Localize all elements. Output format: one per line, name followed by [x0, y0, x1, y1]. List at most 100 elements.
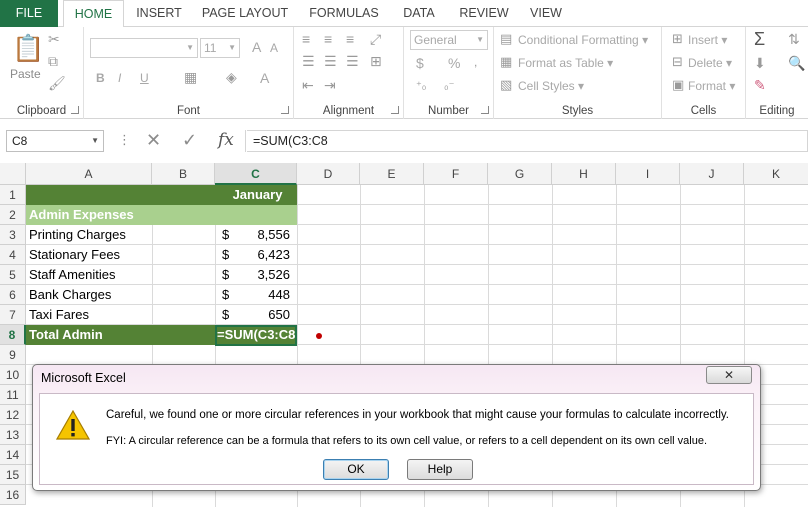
font-size-combo[interactable]: 11 ▼ [200, 38, 240, 58]
tab-view[interactable]: VIEW [524, 0, 568, 27]
column-header-e[interactable]: E [360, 163, 424, 185]
formula-bar-handle[interactable]: ⋮ [118, 132, 131, 148]
clear-icon[interactable]: ✎ [754, 77, 766, 94]
align-left-icon[interactable]: ☰ [302, 53, 315, 70]
row-header[interactable]: 15 [0, 465, 26, 485]
column-header-c[interactable]: C [215, 163, 297, 185]
cell-a6[interactable]: Bank Charges [26, 285, 152, 305]
row-header[interactable]: 1 [0, 185, 26, 205]
select-all-corner[interactable] [0, 163, 26, 185]
cell-styles-button[interactable]: Cell Styles ▾ [518, 79, 584, 93]
conditional-formatting-button[interactable]: Conditional Formatting ▾ [518, 33, 648, 47]
font-name-combo[interactable]: ▼ [90, 38, 198, 58]
paste-button[interactable]: Paste [10, 67, 41, 81]
row-header[interactable]: 4 [0, 245, 26, 265]
name-box[interactable]: C8 ▼ [6, 130, 104, 152]
sort-filter-icon[interactable]: ⇅ [788, 31, 800, 48]
column-header-a[interactable]: A [26, 163, 152, 185]
comma-style-icon[interactable]: , [474, 55, 477, 69]
merge-center-icon[interactable]: ⊞ [370, 53, 382, 70]
row-header[interactable]: 12 [0, 405, 26, 425]
tab-formulas[interactable]: FORMULAS [304, 0, 384, 27]
row-header[interactable]: 3 [0, 225, 26, 245]
orientation-icon[interactable]: ⤢ [370, 31, 381, 48]
insert-cells-button[interactable]: Insert ▾ [688, 33, 727, 47]
row-header[interactable]: 14 [0, 445, 26, 465]
align-center-icon[interactable]: ☰ [324, 53, 337, 70]
bold-button[interactable]: B [96, 71, 105, 85]
row-header[interactable]: 6 [0, 285, 26, 305]
cut-icon[interactable]: ✂ [48, 31, 60, 48]
tab-home[interactable]: HOME [63, 0, 124, 28]
number-launcher[interactable] [481, 106, 489, 114]
cell-c4[interactable]: 6,423 [224, 245, 290, 265]
font-launcher[interactable] [281, 106, 289, 114]
format-painter-icon[interactable]: 🖌 [48, 75, 66, 92]
format-cells-button[interactable]: Format ▾ [688, 79, 735, 93]
tab-review[interactable]: REVIEW [454, 0, 514, 27]
formula-input[interactable]: =SUM(C3:C8 [247, 130, 808, 152]
bottom-align-icon[interactable]: ≡ [346, 31, 354, 47]
find-select-icon[interactable]: 🔍 [788, 55, 805, 72]
paste-icon[interactable]: 📋 [12, 33, 44, 64]
column-header-f[interactable]: F [424, 163, 488, 185]
cell-a2[interactable]: Admin Expenses [26, 205, 215, 225]
tab-file[interactable]: FILE [0, 0, 58, 27]
insert-function-button[interactable]: fx [218, 130, 234, 150]
row-header[interactable]: 16 [0, 485, 26, 505]
borders-icon[interactable]: ▦ [184, 69, 197, 86]
column-header-k[interactable]: K [744, 163, 808, 185]
fill-color-icon[interactable]: ◈ [226, 69, 237, 86]
percent-button[interactable]: % [448, 55, 460, 71]
currency-button[interactable]: $ [416, 55, 424, 71]
increase-indent-icon[interactable]: ⇥ [324, 77, 336, 94]
middle-align-icon[interactable]: ≡ [324, 31, 332, 47]
cell-c6[interactable]: 448 [224, 285, 290, 305]
cell-c3[interactable]: 8,556 [224, 225, 290, 245]
cell-a3[interactable]: Printing Charges [26, 225, 152, 245]
cell-c1[interactable]: January [215, 185, 297, 205]
cell-c5[interactable]: 3,526 [224, 265, 290, 285]
row-header[interactable]: 7 [0, 305, 26, 325]
column-header-i[interactable]: I [616, 163, 680, 185]
cancel-entry-icon[interactable]: ✕ [146, 130, 161, 151]
column-header-h[interactable]: H [552, 163, 616, 185]
dialog-close-button[interactable]: ✕ [706, 366, 752, 384]
format-as-table-button[interactable]: Format as Table ▾ [518, 56, 613, 70]
column-header-g[interactable]: G [488, 163, 552, 185]
copy-icon[interactable]: ⧉ [48, 53, 58, 70]
increase-decimal-icon[interactable]: ⁺₀ [416, 79, 426, 92]
tab-data[interactable]: DATA [394, 0, 444, 27]
column-header-j[interactable]: J [680, 163, 744, 185]
row-header[interactable]: 11 [0, 385, 26, 405]
underline-button[interactable]: U [140, 71, 149, 85]
row-header[interactable]: 13 [0, 425, 26, 445]
row-header[interactable]: 9 [0, 345, 26, 365]
tab-insert[interactable]: INSERT [132, 0, 186, 27]
cell-a5[interactable]: Staff Amenities [26, 265, 152, 285]
decrease-decimal-icon[interactable]: ₀⁻ [444, 79, 454, 92]
shrink-font-button[interactable]: A [270, 41, 278, 55]
italic-button[interactable]: I [118, 71, 121, 85]
autosum-button[interactable]: Σ [754, 29, 765, 50]
font-color-button[interactable]: A [260, 70, 269, 86]
delete-cells-button[interactable]: Delete ▾ [688, 56, 732, 70]
alignment-launcher[interactable] [391, 106, 399, 114]
clipboard-launcher[interactable] [71, 106, 79, 114]
decrease-indent-icon[interactable]: ⇤ [302, 77, 314, 94]
column-header-d[interactable]: D [297, 163, 360, 185]
row-header[interactable]: 8 [0, 325, 26, 345]
row-header[interactable]: 5 [0, 265, 26, 285]
help-button[interactable]: Help [407, 459, 473, 480]
fill-icon[interactable]: ⬇ [754, 55, 766, 72]
tab-page-layout[interactable]: PAGE LAYOUT [198, 0, 292, 27]
cell-a8[interactable]: Total Admin [26, 325, 152, 345]
ok-button[interactable]: OK [323, 459, 389, 480]
align-right-icon[interactable]: ☰ [346, 53, 359, 70]
cell-a7[interactable]: Taxi Fares [26, 305, 152, 325]
row-header[interactable]: 2 [0, 205, 26, 225]
row-header[interactable]: 10 [0, 365, 26, 385]
column-header-b[interactable]: B [152, 163, 215, 185]
number-format-combo[interactable]: General ▼ [410, 30, 488, 50]
cell-a4[interactable]: Stationary Fees [26, 245, 152, 265]
